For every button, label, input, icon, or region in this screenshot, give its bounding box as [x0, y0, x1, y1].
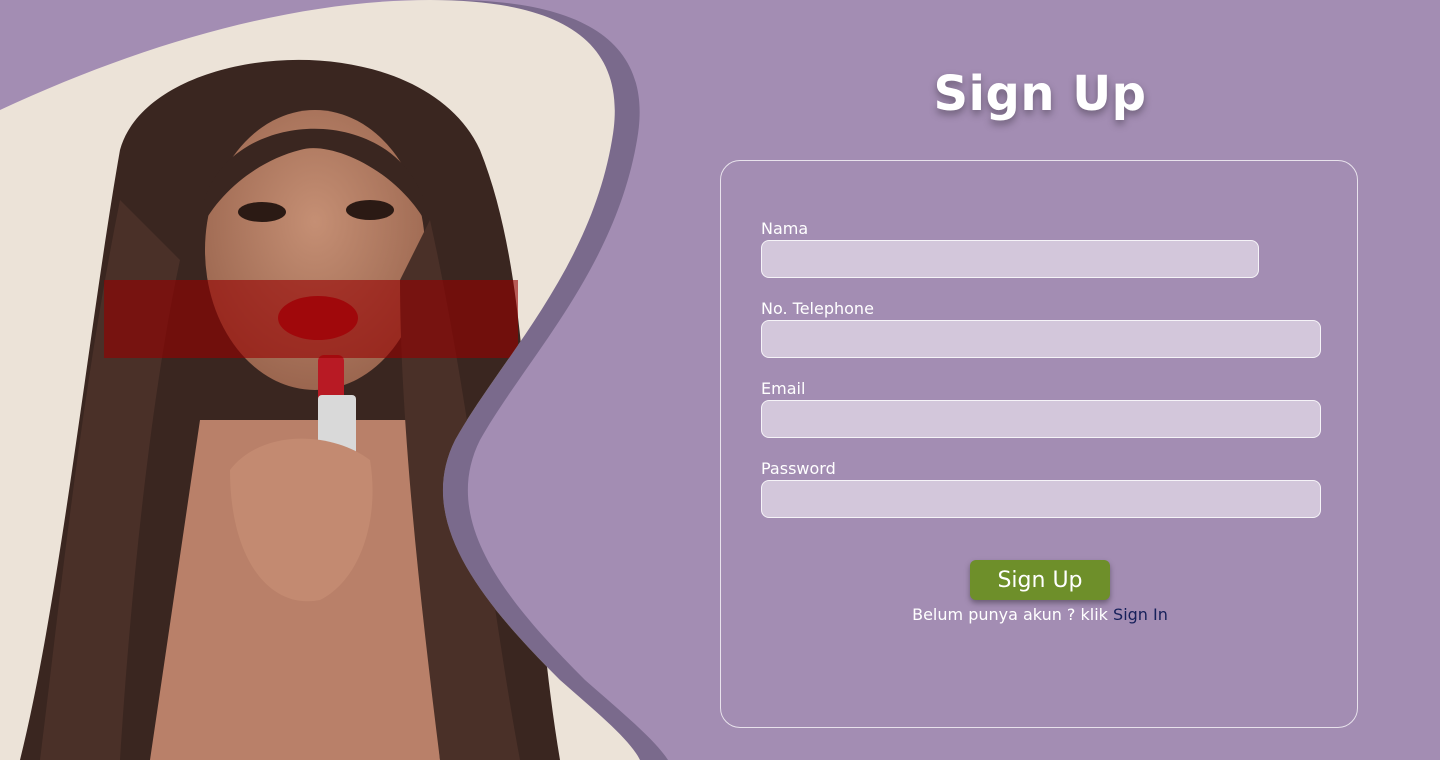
password-input[interactable] — [761, 480, 1321, 518]
name-input[interactable] — [761, 240, 1259, 278]
left-eye — [238, 202, 286, 222]
hero-image — [0, 0, 700, 760]
sign-up-button[interactable]: Sign Up — [970, 560, 1110, 600]
email-input[interactable] — [761, 400, 1321, 438]
email-label: Email — [761, 379, 806, 398]
signin-prompt: Belum punya akun ? klik Sign In — [721, 605, 1359, 624]
password-label: Password — [761, 459, 836, 478]
hero-illustration — [0, 0, 668, 760]
sign-in-link[interactable]: Sign In — [1113, 605, 1168, 624]
signin-prompt-text: Belum punya akun ? klik — [912, 605, 1108, 624]
signup-form-card: Nama No. Telephone Email Password Sign U… — [720, 160, 1358, 728]
name-label: Nama — [761, 219, 809, 238]
red-highlight-band — [104, 280, 518, 358]
page-title: Sign Up — [933, 66, 1147, 122]
telephone-input[interactable] — [761, 320, 1321, 358]
right-eye — [346, 200, 394, 220]
telephone-label: No. Telephone — [761, 299, 874, 318]
